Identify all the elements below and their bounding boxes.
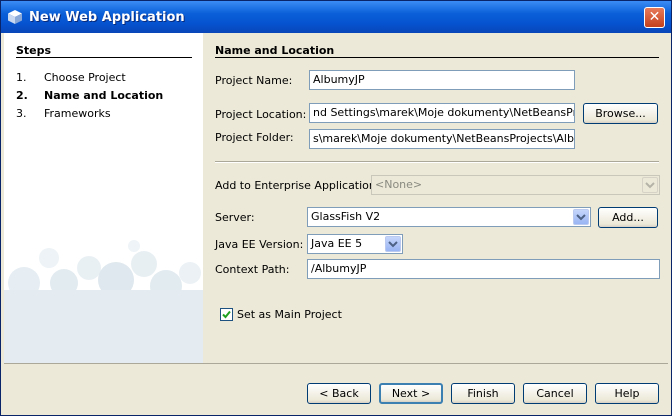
java-ee-dropdown-arrow[interactable] <box>385 236 401 252</box>
project-location-label: Project Location: <box>215 108 307 121</box>
back-button[interactable]: < Back <box>307 383 371 404</box>
steps-panel: Steps 1. Choose Project 2. Name and Loca… <box>4 33 203 363</box>
close-button[interactable]: ✕ <box>644 7 665 28</box>
dialog-body: Steps 1. Choose Project 2. Name and Loca… <box>4 33 668 413</box>
title-bar[interactable]: New Web Application ✕ <box>1 1 671 33</box>
step-number: 1. <box>16 71 27 84</box>
close-icon: ✕ <box>648 9 661 25</box>
step-number: 2. <box>16 89 28 102</box>
main-project-checkbox[interactable] <box>220 308 233 321</box>
window-title: New Web Application <box>29 10 185 25</box>
steps-divider <box>16 57 192 58</box>
button-bar-separator <box>4 363 668 364</box>
server-dropdown-arrow[interactable] <box>573 209 589 225</box>
chevron-down-icon <box>576 214 586 221</box>
app-cube-icon <box>7 9 23 25</box>
server-label: Server: <box>215 211 255 224</box>
section-divider <box>215 57 659 58</box>
project-folder-field[interactable]: s\marek\Moje dokumenty\NetBeansProjects\… <box>309 129 575 149</box>
browse-button[interactable]: Browse... <box>583 103 658 124</box>
help-button[interactable]: Help <box>595 383 659 404</box>
enterprise-app-label: Add to Enterprise Application: <box>215 179 380 192</box>
step-label: Frameworks <box>44 107 111 120</box>
step-number: 3. <box>16 107 27 120</box>
dialog-window: New Web Application ✕ Steps 1. Choose Pr… <box>0 0 672 416</box>
decorative-bubbles-graphic <box>4 240 203 363</box>
java-ee-version-value: Java EE 5 <box>311 237 363 250</box>
java-ee-version-select[interactable]: Java EE 5 <box>307 234 403 254</box>
add-server-button[interactable]: Add... <box>598 207 658 228</box>
steps-title: Steps <box>16 44 52 57</box>
enterprise-app-select: <None> <box>371 175 660 195</box>
context-path-label: Context Path: <box>215 263 290 276</box>
java-ee-version-label: Java EE Version: <box>215 238 304 251</box>
name-and-location-panel: Name and Location Project Name: AlbumyJP… <box>203 33 668 363</box>
project-folder-label: Project Folder: <box>215 131 294 144</box>
step-label: Choose Project <box>44 71 126 84</box>
project-name-input[interactable]: AlbumyJP <box>309 70 575 90</box>
chevron-down-icon <box>388 241 398 248</box>
finish-button[interactable]: Finish <box>451 383 515 404</box>
project-name-label: Project Name: <box>215 74 293 87</box>
context-path-input[interactable]: /AlbumyJP <box>307 259 660 279</box>
form-separator <box>215 161 659 163</box>
step-label: Name and Location <box>44 89 164 102</box>
section-title: Name and Location <box>215 44 335 57</box>
next-button[interactable]: Next > <box>379 383 443 404</box>
main-project-label[interactable]: Set as Main Project <box>237 308 342 321</box>
cancel-button[interactable]: Cancel <box>523 383 587 404</box>
chevron-down-icon <box>645 182 655 189</box>
checkmark-icon <box>222 310 231 319</box>
server-select[interactable]: GlassFish V2 <box>307 207 591 227</box>
server-value: GlassFish V2 <box>311 210 381 223</box>
project-location-input[interactable]: nd Settings\marek\Moje dokumenty\NetBean… <box>309 103 575 123</box>
enterprise-app-value: <None> <box>375 178 423 191</box>
enterprise-dropdown-arrow <box>642 177 658 193</box>
